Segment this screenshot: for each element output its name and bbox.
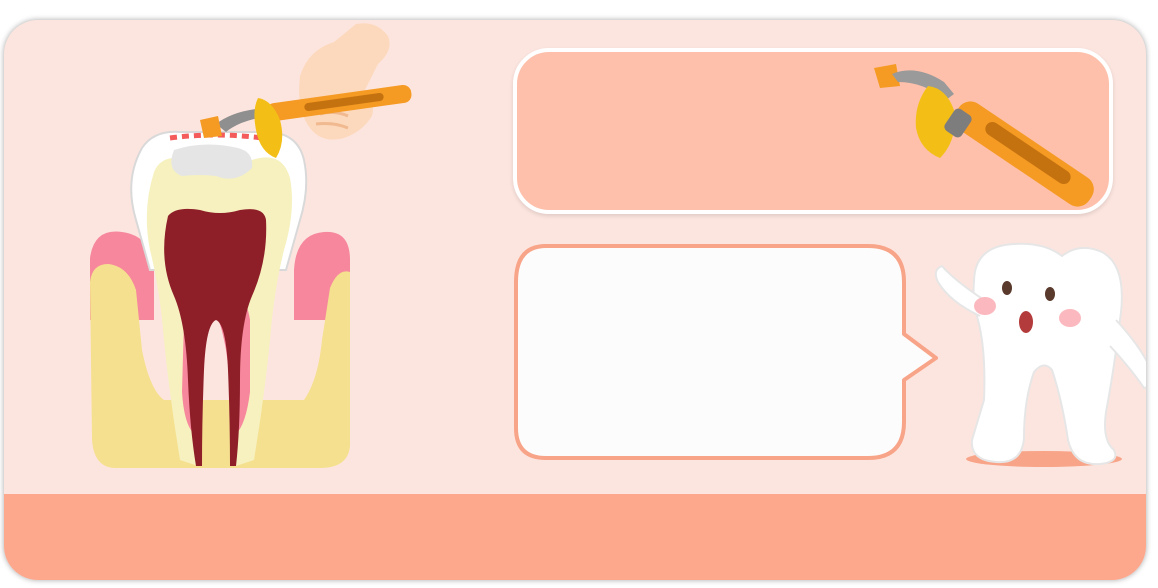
hand-icon xyxy=(299,23,390,140)
tooth-cross-section-icon xyxy=(90,130,350,468)
curing-light-icon xyxy=(874,64,1094,207)
tooth-mascot-icon xyxy=(934,242,1146,467)
illustration-card xyxy=(4,20,1146,580)
illustration-layer xyxy=(90,23,1146,468)
